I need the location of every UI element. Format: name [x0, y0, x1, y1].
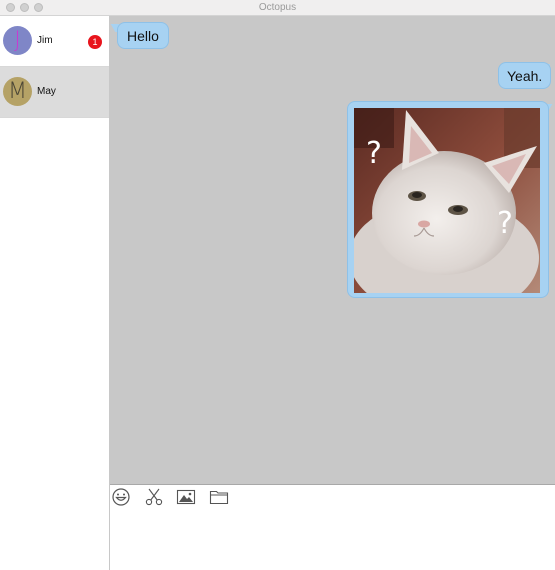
- image-message-bubble[interactable]: ? ?: [347, 101, 549, 298]
- title-bar: Octopus: [0, 0, 555, 16]
- avatar: J: [3, 26, 32, 55]
- contact-name: May: [37, 86, 56, 97]
- contact-item-may[interactable]: M May: [0, 67, 109, 118]
- message-input[interactable]: [114, 511, 553, 570]
- emoji-icon[interactable]: [111, 487, 131, 507]
- message-area[interactable]: Hello Yeah. ? ?: [110, 16, 555, 485]
- contact-item-jim[interactable]: J Jim 1: [0, 16, 109, 67]
- image-icon[interactable]: [176, 487, 196, 507]
- scissors-icon[interactable]: [144, 487, 164, 507]
- overlay-question-mark-2: ?: [497, 206, 513, 241]
- contact-list: J Jim 1 M May: [0, 16, 110, 570]
- app-window: Octopus J Jim 1 M May Hello Yeah. ? ?: [0, 0, 555, 570]
- message-bubble-outgoing: Yeah.: [498, 62, 552, 89]
- unread-badge: 1: [88, 35, 102, 49]
- contact-name: Jim: [37, 35, 53, 46]
- composer: [110, 485, 555, 570]
- overlay-question-mark-1: ?: [366, 136, 382, 171]
- avatar: M: [3, 77, 32, 106]
- folder-icon[interactable]: [209, 487, 229, 507]
- composer-toolbar: [110, 485, 555, 509]
- window-title: Octopus: [258, 2, 297, 13]
- cat-photo: ? ?: [354, 108, 540, 293]
- message-bubble-incoming: Hello: [117, 22, 169, 49]
